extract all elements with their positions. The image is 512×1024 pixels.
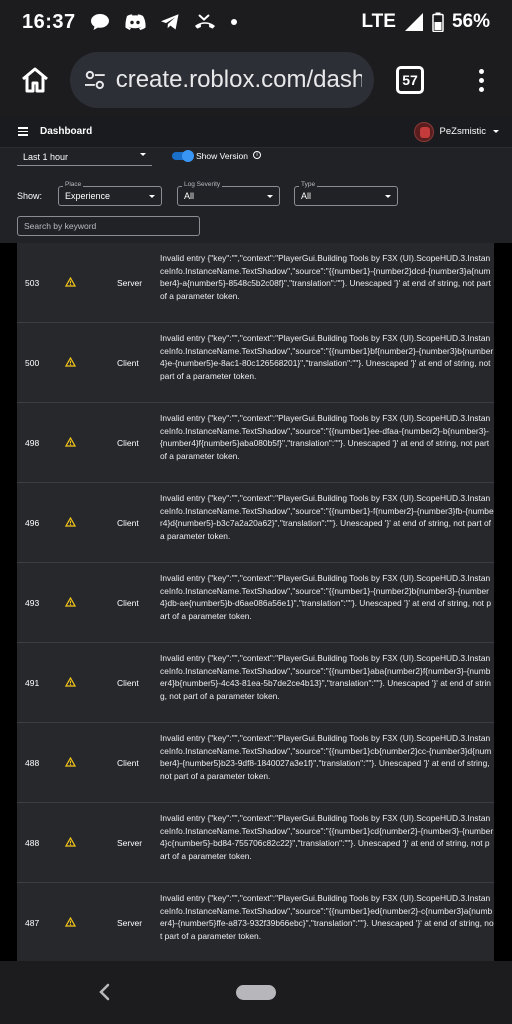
url-text[interactable]: create.roblox.com/dash (116, 66, 362, 94)
browser-home-button[interactable] (0, 44, 70, 116)
chevron-down-icon (140, 153, 146, 156)
warning-icon (65, 597, 76, 607)
log-source: Client (117, 678, 139, 688)
log-message: Invalid entry {"key":"","context":"Playe… (160, 653, 491, 702)
show-version-toggle[interactable] (172, 150, 194, 162)
browser-toolbar: create.roblox.com/dash 57 (0, 44, 512, 116)
system-nav-bar (0, 961, 512, 1024)
missed-call-icon (194, 14, 215, 29)
network-type: LTE (361, 11, 396, 32)
back-icon[interactable] (98, 983, 112, 1001)
chat-bubble-icon (90, 14, 109, 30)
log-count: 488 (25, 758, 40, 768)
warning-icon (65, 357, 76, 367)
warning-icon (65, 837, 76, 847)
place-select[interactable]: Place Experience (58, 181, 162, 206)
log-severity-select[interactable]: Log Severity All (177, 181, 280, 206)
log-count: 496 (25, 518, 40, 528)
chevron-down-icon (149, 195, 155, 198)
log-table: 503 Server Invalid entry {"key":"","cont… (17, 243, 494, 961)
log-source: Server (117, 918, 143, 928)
telegram-icon (160, 14, 179, 30)
log-message: Invalid entry {"key":"","context":"Playe… (160, 333, 494, 382)
warning-icon (65, 517, 76, 527)
battery-percent: 56% (451, 11, 490, 32)
filter-panel: Last 1 hour Show Version i Show: Place E… (0, 148, 512, 243)
log-source: Server (117, 838, 143, 848)
show-version-label: Show Version (196, 151, 248, 161)
address-bar[interactable]: create.roblox.com/dash (70, 52, 374, 108)
notification-icons (90, 13, 238, 31)
search-input[interactable]: Search by keyword (17, 216, 200, 236)
chevron-down-icon (385, 195, 391, 198)
site-settings-icon[interactable] (84, 70, 106, 90)
status-time: 16:37 (22, 10, 76, 33)
avatar[interactable] (413, 121, 434, 142)
show-label: Show: (17, 191, 43, 201)
type-select[interactable]: Type All (294, 181, 398, 206)
type-label: Type (299, 181, 318, 188)
battery-icon (432, 12, 444, 32)
warning-icon (65, 677, 76, 687)
table-row[interactable]: 503 Server Invalid entry {"key":"","cont… (17, 243, 494, 323)
log-count: 493 (25, 598, 40, 608)
table-row[interactable]: 488 Server Invalid entry {"key":"","cont… (17, 803, 494, 883)
place-label: Place (63, 181, 84, 188)
chevron-down-icon (267, 195, 273, 198)
app-header: Dashboard PeZsmistic (0, 116, 512, 148)
table-row[interactable]: 493 Client Invalid entry {"key":"","cont… (17, 563, 494, 643)
home-gesture-pill[interactable] (236, 985, 276, 1000)
user-menu[interactable]: PeZsmistic (413, 121, 500, 142)
log-count: 487 (25, 918, 40, 928)
signal-icon (404, 13, 423, 31)
log-message: Invalid entry {"key":"","context":"Playe… (160, 573, 491, 622)
log-message: Invalid entry {"key":"","context":"Playe… (160, 493, 494, 542)
time-range-value: Last 1 hour (23, 152, 69, 162)
table-row[interactable]: 500 Client Invalid entry {"key":"","cont… (17, 323, 494, 403)
chevron-down-icon[interactable] (492, 129, 500, 135)
log-count: 488 (25, 838, 40, 848)
log-message: Invalid entry {"key":"","context":"Playe… (160, 893, 494, 942)
menu-icon[interactable] (18, 127, 28, 136)
log-count: 491 (25, 678, 40, 688)
discord-icon (125, 14, 146, 30)
browser-menu-button[interactable] (479, 68, 484, 92)
type-value: All (301, 191, 312, 201)
username[interactable]: PeZsmistic (440, 126, 486, 137)
log-message: Invalid entry {"key":"","context":"Playe… (160, 813, 494, 862)
log-count: 500 (25, 358, 40, 368)
log-count: 503 (25, 278, 40, 288)
log-source: Client (117, 358, 139, 368)
log-message: Invalid entry {"key":"","context":"Playe… (160, 733, 492, 782)
warning-icon (65, 277, 76, 287)
place-value: Experience (65, 191, 111, 201)
time-range-select[interactable]: Last 1 hour (17, 148, 152, 166)
info-icon[interactable]: i (253, 151, 261, 159)
status-right: LTE 56% (361, 11, 490, 33)
page-title: Dashboard (40, 126, 93, 137)
home-icon (22, 67, 48, 93)
warning-icon (65, 757, 76, 767)
log-source: Client (117, 518, 139, 528)
log-source: Client (117, 438, 139, 448)
table-row[interactable]: 498 Client Invalid entry {"key":"","cont… (17, 403, 494, 483)
log-source: Client (117, 598, 139, 608)
table-row[interactable]: 487 Server Invalid entry {"key":"","cont… (17, 883, 494, 961)
table-row[interactable]: 496 Client Invalid entry {"key":"","cont… (17, 483, 494, 563)
warning-icon (65, 437, 76, 447)
table-row[interactable]: 491 Client Invalid entry {"key":"","cont… (17, 643, 494, 723)
log-severity-value: All (184, 191, 195, 201)
status-bar: 16:37 LTE 56% (0, 0, 512, 44)
dot-icon (230, 19, 237, 25)
warning-icon (65, 917, 76, 927)
log-source: Client (117, 758, 139, 768)
log-message: Invalid entry {"key":"","context":"Playe… (160, 253, 491, 302)
table-row[interactable]: 488 Client Invalid entry {"key":"","cont… (17, 723, 494, 803)
log-count: 498 (25, 438, 40, 448)
log-message: Invalid entry {"key":"","context":"Playe… (160, 413, 491, 462)
log-source: Server (117, 278, 143, 288)
tab-switcher-button[interactable]: 57 (396, 66, 424, 94)
log-severity-label: Log Severity (182, 181, 223, 188)
